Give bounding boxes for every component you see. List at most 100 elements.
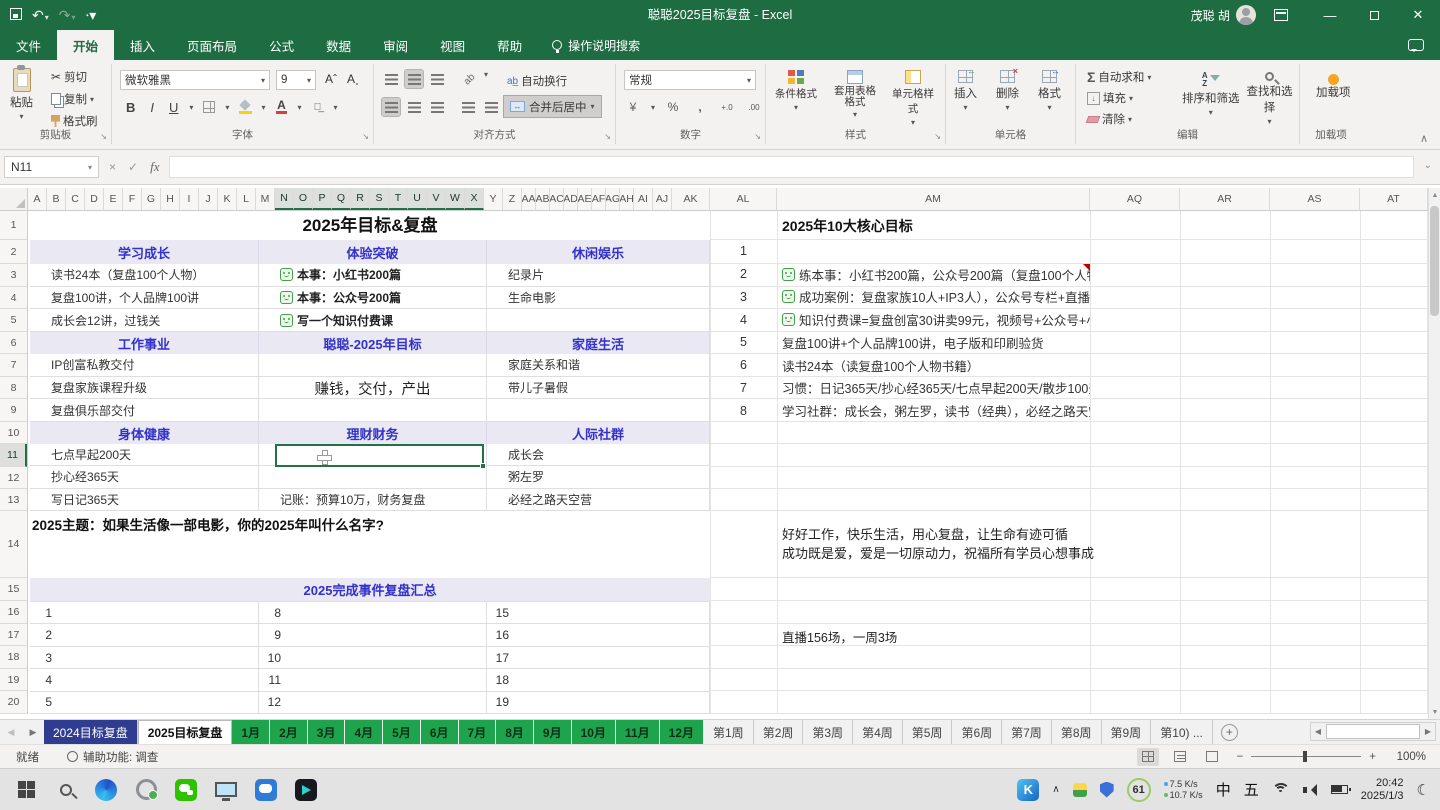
cell[interactable]: 必经之路天空营 (487, 489, 710, 510)
merge-center-button[interactable]: ↔ 合并后居中▾ (504, 96, 601, 117)
column-header[interactable]: R (351, 188, 370, 210)
section-header[interactable]: 聪聪-2025年目标 (259, 332, 487, 354)
column-header[interactable]: AQ (1090, 188, 1180, 210)
column-header[interactable]: C (66, 188, 85, 210)
expand-formula-bar-icon[interactable]: ⌄ (1424, 160, 1432, 171)
autosum-button[interactable]: Σ自动求和▾ (1084, 68, 1154, 86)
sheet-main-title[interactable]: 2025年目标&复盘 (30, 211, 710, 240)
cell[interactable]: 复盘100讲，个人品牌100讲 (30, 287, 259, 309)
merged-goal-cell[interactable]: 赚钱，交付，产出 (259, 354, 487, 422)
column-header[interactable]: I (180, 188, 199, 210)
column-header[interactable]: Q (332, 188, 351, 210)
column-header[interactable]: Y (484, 188, 503, 210)
summary-header-cell[interactable]: 2025完成事件复盘汇总 (30, 578, 710, 601)
cell[interactable]: 11 (259, 669, 487, 690)
core-goals-title[interactable]: 2025年10大核心目标 (782, 212, 1182, 240)
cell[interactable]: 读书24本（复盘100个人物） (30, 264, 259, 286)
row-header[interactable]: 17 (0, 624, 27, 646)
message-cell[interactable]: 好好工作，快乐生活，用心复盘，让生命有迹可循 成功既是爱，爱是一切原动力，祝福所… (782, 525, 1112, 563)
ime-mode-indicator[interactable]: 五 (1244, 779, 1259, 800)
goal-row[interactable]: 6 读书24本（读复盘100个人物书籍） (710, 354, 1428, 377)
copy-button[interactable]: 复制▾ (48, 90, 101, 108)
phonetic-button[interactable]: 변̲ (308, 98, 326, 116)
align-left-button[interactable] (382, 98, 400, 116)
column-header[interactable]: AD (564, 188, 578, 210)
accounting-format-button[interactable]: ¥ (624, 98, 642, 116)
column-header[interactable]: D (85, 188, 104, 210)
row-header[interactable]: 4 (0, 287, 27, 309)
comments-icon[interactable] (1408, 39, 1424, 51)
wrap-text-button[interactable]: ab̲自动换行 (504, 72, 570, 90)
delete-cells-button[interactable]: × 删除▾ (992, 68, 1023, 114)
sheet-tab[interactable]: 2月 (270, 720, 308, 744)
number-dialog-launcher[interactable]: ↘ (754, 132, 761, 141)
vertical-scrollbar[interactable]: ▲ ▼ (1428, 188, 1440, 719)
align-top-button[interactable] (382, 70, 400, 88)
zoom-slider[interactable] (1251, 756, 1361, 757)
column-header[interactable]: X (465, 188, 484, 210)
cell[interactable]: 成长会 (487, 444, 710, 465)
cell[interactable] (487, 399, 710, 421)
sheet-tab[interactable]: 7月 (459, 720, 497, 744)
menu-tab[interactable]: 审阅 (367, 30, 424, 60)
column-header[interactable]: S (370, 188, 389, 210)
bold-button[interactable]: B (122, 100, 139, 115)
sheet-tab[interactable]: 第6周 (952, 720, 1002, 744)
ribbon-display-options-icon[interactable] (1274, 9, 1288, 21)
vertical-scroll-thumb[interactable] (1430, 206, 1439, 316)
comma-style-button[interactable]: , (691, 98, 709, 116)
section-header[interactable]: 人际社群 (487, 422, 710, 444)
row-header[interactable]: 19 (0, 669, 27, 691)
row-header[interactable]: 13 (0, 489, 27, 511)
column-header[interactable]: F (123, 188, 142, 210)
cell[interactable]: 5 (30, 692, 259, 713)
battery-icon[interactable] (1331, 785, 1348, 794)
column-header[interactable]: AS (1270, 188, 1360, 210)
kdocs-tray-icon[interactable]: K (1017, 779, 1039, 801)
decrease-decimal-button[interactable]: .00 (745, 98, 763, 116)
sheet-tab[interactable]: 4月 (345, 720, 383, 744)
menu-tab[interactable]: 视图 (424, 30, 481, 60)
select-all-corner[interactable] (0, 188, 28, 210)
borders-button[interactable] (200, 98, 218, 116)
cell[interactable]: 9 (259, 624, 487, 645)
goal-row[interactable]: 2 练本事：小红书200篇，公众号200篇（复盘100个人物） (710, 263, 1428, 286)
column-header[interactable]: AM (777, 188, 1090, 210)
normal-view-button[interactable] (1137, 748, 1159, 766)
section-header[interactable]: 休闲娱乐 (487, 240, 710, 264)
row-header[interactable]: 12 (0, 467, 27, 489)
cell[interactable]: 3 (30, 647, 259, 668)
decrease-indent-button[interactable] (459, 98, 477, 116)
taskbar-icon[interactable] (6, 770, 46, 810)
grow-font-button[interactable]: Aˆ (322, 70, 340, 88)
cell[interactable] (259, 466, 487, 487)
insert-function-icon[interactable]: fx (150, 159, 159, 175)
horizontal-scrollbar[interactable]: ◀ ▶ (1310, 722, 1436, 741)
sheet-tab[interactable]: 第9周 (1102, 720, 1152, 744)
network-speed-indicator[interactable]: 7.5 K/s 10.7 K/s (1164, 779, 1203, 801)
orientation-button[interactable]: ab (461, 70, 479, 88)
clock[interactable]: 20:422025/1/3 (1361, 777, 1404, 803)
column-header[interactable]: U (408, 188, 427, 210)
cell[interactable]: 带儿子暑假 (487, 377, 710, 399)
accessibility-status[interactable]: 辅助功能: 调查 (83, 749, 158, 765)
addins-button[interactable]: 加载项 (1312, 72, 1355, 101)
column-header[interactable]: T (389, 188, 408, 210)
sheet-tab[interactable]: 2024目标复盘 (44, 720, 138, 744)
scroll-up-icon[interactable]: ▲ (1429, 188, 1440, 202)
conditional-formatting-button[interactable]: 条件格式▾ (768, 68, 824, 114)
align-middle-button[interactable] (405, 70, 423, 88)
theme-cell[interactable]: 2025主题：如果生活像一部电影，你的2025年叫什么名字? (32, 514, 692, 534)
section-header[interactable]: 学习成长 (30, 240, 259, 264)
column-header[interactable]: AF (592, 188, 606, 210)
find-select-button[interactable]: 查找和选择▾ (1240, 70, 1299, 128)
sheet-tab[interactable]: 11月 (616, 720, 660, 744)
sheet-tab[interactable]: 9月 (534, 720, 572, 744)
format-as-table-button[interactable]: 套用表格格式▾ (826, 68, 884, 121)
minimize-button[interactable]: — (1308, 0, 1352, 30)
cell[interactable]: 12 (259, 692, 487, 713)
cell[interactable] (487, 309, 710, 331)
column-header[interactable]: K (218, 188, 237, 210)
volume-icon[interactable] (1303, 784, 1318, 796)
number-format-combo[interactable]: 常规▾ (624, 70, 756, 90)
